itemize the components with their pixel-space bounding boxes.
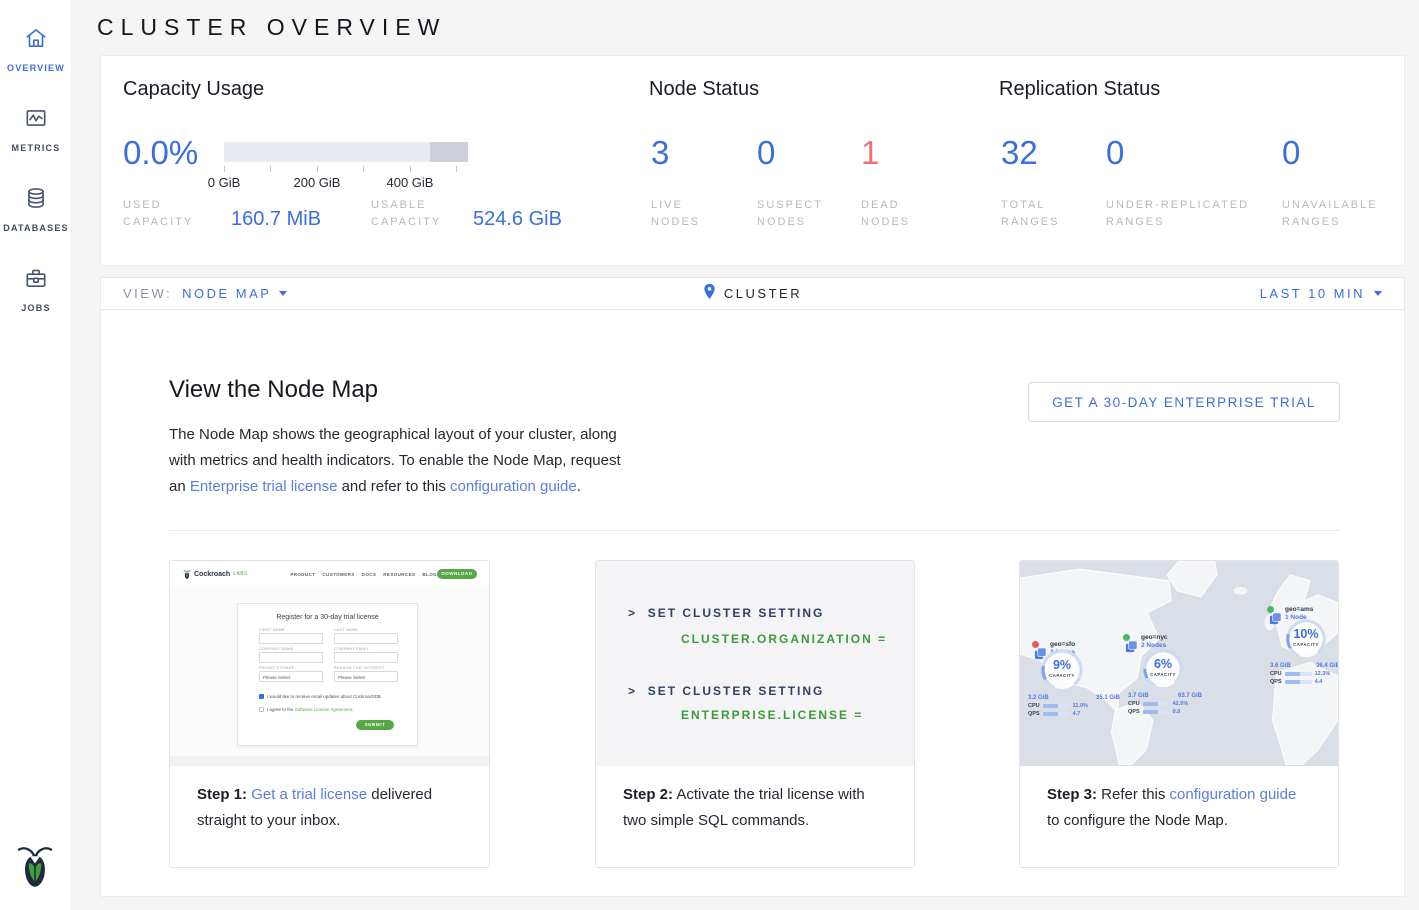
capacity-bar-nonusable-segment bbox=[430, 142, 468, 162]
under-replicated-ranges-value: 0 bbox=[1106, 134, 1124, 172]
map-pin-icon bbox=[703, 283, 716, 305]
sidebar: OVERVIEW METRICS DATABASES JOBS bbox=[0, 0, 72, 910]
section-divider bbox=[169, 530, 1340, 531]
step2-card: > SET CLUSTER SETTING CLUSTER.ORGANIZATI… bbox=[595, 560, 915, 868]
step3-card: geo=sfo 2 Nodes 9% CAPACITY 3.2 GiB 35.1… bbox=[1019, 560, 1339, 868]
dead-nodes-label: DEADNODES bbox=[861, 197, 910, 231]
dead-nodes-value: 1 bbox=[861, 134, 879, 172]
sidebar-item-label: JOBS bbox=[21, 303, 50, 313]
locality-widget-ams[interactable]: geo=ams 1 Node 10% CAPACITY 3.6 GiB 36.4… bbox=[1264, 561, 1338, 721]
step1-caption: Step 1: Get a trial license delivered st… bbox=[170, 766, 489, 867]
breadcrumb-cluster[interactable]: CLUSTER bbox=[724, 286, 802, 301]
briefcase-icon bbox=[23, 265, 49, 296]
capacity-used-percent: 0.0% bbox=[123, 134, 198, 172]
configuration-guide-link[interactable]: configuration guide bbox=[1170, 786, 1297, 803]
capacity-axis-tick: 200 GiB bbox=[282, 175, 352, 190]
nodes-icon bbox=[1125, 640, 1138, 653]
capacity-usage-title: Capacity Usage bbox=[123, 78, 264, 101]
suspect-nodes-value: 0 bbox=[757, 134, 775, 172]
live-nodes-value: 3 bbox=[651, 134, 669, 172]
capacity-gauge: 9% CAPACITY bbox=[1039, 647, 1085, 693]
cluster-overview-page: OVERVIEW METRICS DATABASES JOBS bbox=[0, 0, 1419, 910]
cluster-summary-card: Capacity Usage 0.0% 0 GiB 200 GiB 400 Gi… bbox=[100, 55, 1405, 266]
live-nodes-label: LIVENODES bbox=[651, 197, 700, 231]
sidebar-item-jobs[interactable]: JOBS bbox=[0, 252, 72, 326]
sidebar-item-label: METRICS bbox=[12, 143, 61, 153]
sidebar-item-databases[interactable]: DATABASES bbox=[0, 172, 72, 246]
step1-card: CockroachLABS PRODUCTCUSTOMERSDOCSRESOUR… bbox=[169, 560, 490, 868]
mini-site-nav: PRODUCTCUSTOMERSDOCSRESOURCESBLOG bbox=[290, 572, 437, 577]
mini-download-button: DOWNLOAD bbox=[437, 569, 477, 579]
locality-widget-nyc[interactable]: geo=nyc 2 Nodes 6% CAPACITY 3.7 GiB 63.7… bbox=[1116, 561, 1236, 721]
cockroach-labs-mini-logo: CockroachLABS bbox=[183, 569, 248, 580]
capacity-usage-bar bbox=[224, 142, 468, 162]
unavailable-ranges-label: UNAVAILABLERANGES bbox=[1282, 197, 1378, 231]
view-toolbar: VIEW: NODE MAP CLUSTER LAST 10 MIN bbox=[100, 277, 1405, 310]
sidebar-item-label: OVERVIEW bbox=[7, 63, 65, 73]
total-ranges-label: TOTALRANGES bbox=[1001, 197, 1059, 231]
sidebar-item-label: DATABASES bbox=[3, 223, 68, 233]
capacity-gauge: 6% CAPACITY bbox=[1141, 647, 1185, 691]
sidebar-item-overview[interactable]: OVERVIEW bbox=[0, 12, 72, 86]
usable-capacity-label: USABLECAPACITY bbox=[371, 197, 441, 231]
get-trial-license-link[interactable]: Get a trial license bbox=[251, 786, 367, 803]
database-icon bbox=[23, 185, 49, 216]
suspect-nodes-label: SUSPECTNODES bbox=[757, 197, 823, 231]
home-icon bbox=[23, 25, 49, 56]
get-enterprise-trial-button[interactable]: GET A 30-DAY ENTERPRISE TRIAL bbox=[1028, 382, 1340, 422]
node-map-heading: View the Node Map bbox=[169, 376, 378, 404]
used-capacity-value: 160.7 MiB bbox=[231, 208, 321, 231]
node-status-title: Node Status bbox=[649, 78, 759, 101]
node-map-description: The Node Map shows the geographical layo… bbox=[169, 422, 639, 500]
total-ranges-value: 32 bbox=[1001, 134, 1038, 172]
replication-status-title: Replication Status bbox=[999, 78, 1160, 101]
enterprise-trial-license-link[interactable]: Enterprise trial license bbox=[190, 478, 338, 495]
trial-registration-form: Register for a 30-day trial license FIRS… bbox=[237, 603, 418, 746]
configuration-guide-link[interactable]: configuration guide bbox=[450, 478, 577, 495]
page-title: CLUSTER OVERVIEW bbox=[97, 14, 446, 41]
step2-caption: Step 2: Activate the trial license with … bbox=[596, 766, 914, 867]
chevron-down-icon bbox=[1374, 291, 1382, 296]
sql-commands-snippet: > SET CLUSTER SETTING CLUSTER.ORGANIZATI… bbox=[596, 561, 914, 766]
nodes-icon bbox=[1269, 612, 1282, 625]
capacity-gauge: 10% CAPACITY bbox=[1284, 617, 1328, 661]
time-range-dropdown[interactable]: LAST 10 MIN bbox=[1260, 286, 1382, 301]
step3-caption: Step 3: Refer this configuration guide t… bbox=[1020, 766, 1338, 867]
capacity-axis-tick: 0 GiB bbox=[189, 175, 259, 190]
node-map-panel: View the Node Map The Node Map shows the… bbox=[100, 310, 1405, 897]
metrics-chart-icon bbox=[23, 105, 49, 136]
capacity-axis-tick: 400 GiB bbox=[375, 175, 445, 190]
under-replicated-ranges-label: UNDER-REPLICATEDRANGES bbox=[1106, 197, 1249, 231]
cockroachdb-logo bbox=[16, 843, 54, 889]
sidebar-item-metrics[interactable]: METRICS bbox=[0, 92, 72, 166]
node-map-preview: geo=sfo 2 Nodes 9% CAPACITY 3.2 GiB 35.1… bbox=[1020, 561, 1338, 766]
trial-registration-screenshot: CockroachLABS PRODUCTCUSTOMERSDOCSRESOUR… bbox=[170, 561, 489, 766]
unavailable-ranges-value: 0 bbox=[1282, 134, 1300, 172]
usable-capacity-value: 524.6 GiB bbox=[473, 208, 562, 231]
used-capacity-label: USEDCAPACITY bbox=[123, 197, 193, 231]
